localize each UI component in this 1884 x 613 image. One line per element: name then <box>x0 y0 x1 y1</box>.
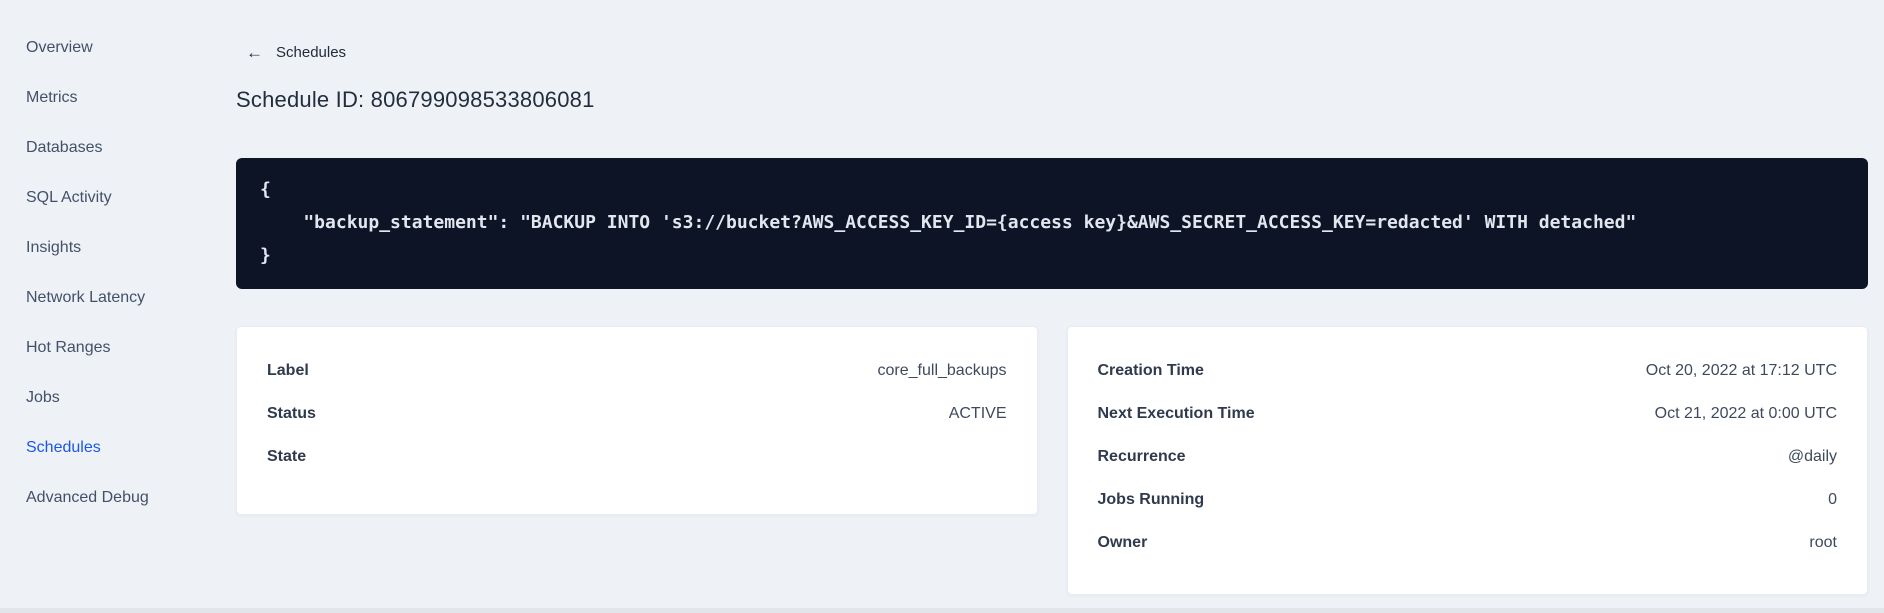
sidebar-item-overview[interactable]: Overview <box>0 23 200 73</box>
backup-statement-code-block: { "backup_statement": "BACKUP INTO 's3:/… <box>236 158 1868 289</box>
detail-row-value: ACTIVE <box>948 404 1007 422</box>
main-content: ← Schedules Schedule ID: 806799098533806… <box>200 0 1884 613</box>
sidebar-item-network-latency[interactable]: Network Latency <box>0 273 200 323</box>
sidebar-item-jobs[interactable]: Jobs <box>0 373 200 423</box>
sidebar-item-sql-activity[interactable]: SQL Activity <box>0 173 200 223</box>
status-card: Label core_full_backups Status ACTIVE St… <box>236 326 1038 515</box>
schedule-info-card: Creation Time Oct 20, 2022 at 17:12 UTC … <box>1066 326 1868 595</box>
detail-row-value: @daily <box>1787 447 1837 465</box>
sidebar-item-databases[interactable]: Databases <box>0 123 200 173</box>
detail-row-label: Status <box>267 404 316 422</box>
detail-row: Creation Time Oct 20, 2022 at 17:12 UTC <box>1098 349 1838 392</box>
sidebar-item-label: Advanced Debug <box>26 489 149 506</box>
detail-row-value: core_full_backups <box>877 361 1007 379</box>
backup-statement-code: { "backup_statement": "BACKUP INTO 's3:/… <box>260 179 1637 266</box>
detail-row: State <box>267 435 1007 478</box>
detail-row-value: root <box>1809 533 1837 551</box>
detail-row-label: Next Execution Time <box>1097 404 1255 422</box>
sidebar-item-label: Network Latency <box>26 289 146 306</box>
sidebar-item-label: Schedules <box>26 439 101 456</box>
sidebar-item-label: Insights <box>26 239 82 256</box>
page-title: Schedule ID: 806799098533806081 <box>236 87 595 112</box>
detail-row-value: Oct 20, 2022 at 17:12 UTC <box>1645 361 1837 379</box>
detail-row: Label core_full_backups <box>267 349 1007 392</box>
detail-row-value: Oct 21, 2022 at 0:00 UTC <box>1654 404 1837 422</box>
sidebar-item-schedules[interactable]: Schedules <box>0 423 200 473</box>
back-arrow-icon: ← <box>246 43 263 62</box>
detail-row: Status ACTIVE <box>267 392 1007 435</box>
detail-row-label: Jobs Running <box>1097 490 1205 508</box>
detail-row: Next Execution Time Oct 21, 2022 at 0:00… <box>1098 392 1838 435</box>
detail-row: Jobs Running 0 <box>1098 478 1838 521</box>
back-to-schedules-link[interactable]: ← Schedules <box>246 44 346 61</box>
back-link-label: Schedules <box>276 44 347 61</box>
sidebar: Overview Metrics Databases SQL Activity … <box>0 0 200 613</box>
bottom-scrollbar-track <box>0 608 1884 613</box>
sidebar-item-advanced-debug[interactable]: Advanced Debug <box>0 473 200 523</box>
detail-row-label: Creation Time <box>1097 361 1204 379</box>
sidebar-item-label: Hot Ranges <box>26 339 111 356</box>
detail-row-label: Owner <box>1097 533 1148 551</box>
detail-row-label: Recurrence <box>1097 447 1186 465</box>
detail-row-label: State <box>267 447 307 465</box>
sidebar-item-insights[interactable]: Insights <box>0 223 200 273</box>
sidebar-item-metrics[interactable]: Metrics <box>0 73 200 123</box>
detail-row: Recurrence @daily <box>1098 435 1838 478</box>
sidebar-item-label: SQL Activity <box>26 189 112 206</box>
detail-row-label: Label <box>267 361 309 379</box>
detail-cards: Label core_full_backups Status ACTIVE St… <box>236 326 1868 595</box>
detail-row: Owner root <box>1098 521 1838 564</box>
detail-row-value: 0 <box>1828 490 1837 508</box>
sidebar-item-label: Metrics <box>26 89 78 106</box>
sidebar-item-label: Databases <box>26 139 103 156</box>
sidebar-item-label: Jobs <box>26 389 60 406</box>
sidebar-item-label: Overview <box>26 39 93 56</box>
sidebar-item-hot-ranges[interactable]: Hot Ranges <box>0 323 200 373</box>
